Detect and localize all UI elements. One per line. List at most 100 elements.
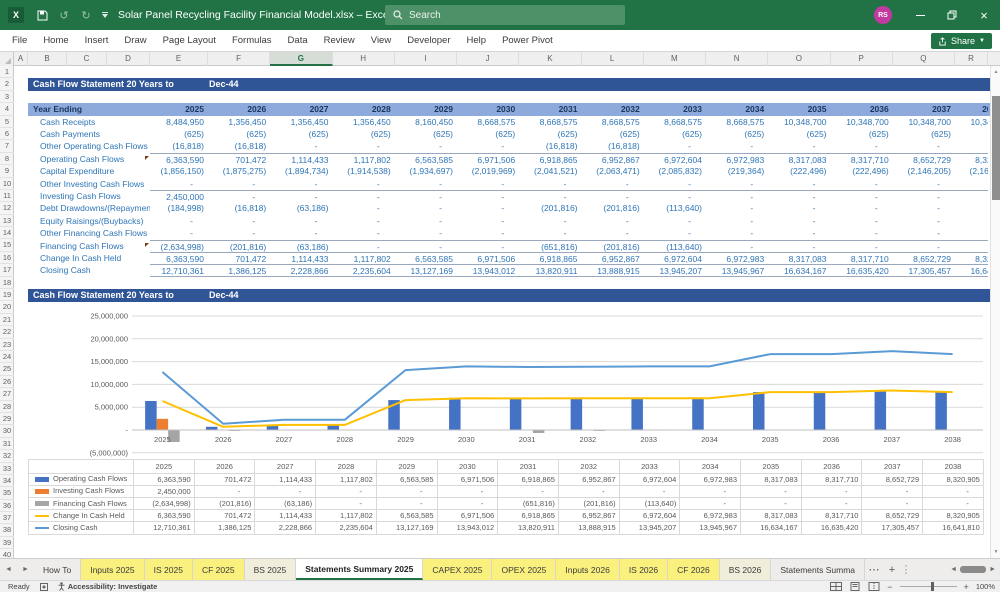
cell-value[interactable]: (16,818) — [208, 202, 270, 214]
zoom-slider-thumb[interactable] — [930, 582, 934, 591]
cell-value[interactable]: (625) — [706, 128, 768, 140]
cell-value[interactable]: (2,085,832) — [644, 165, 706, 177]
cell-value[interactable]: 13,945,207 — [643, 264, 706, 277]
cell-value[interactable]: - — [831, 140, 893, 152]
ribbon-tab-developer[interactable]: Developer — [399, 30, 458, 51]
ribbon-tab-formulas[interactable]: Formulas — [224, 30, 280, 51]
column-header-I[interactable]: I — [395, 52, 457, 66]
ribbon-tab-view[interactable]: View — [363, 30, 399, 51]
cell-value[interactable]: 1,356,450 — [208, 116, 270, 128]
sheet-tab-cf-2025[interactable]: CF 2025 — [192, 559, 245, 580]
ribbon-tab-help[interactable]: Help — [459, 30, 495, 51]
cell-value[interactable]: 6,918,865 — [519, 252, 582, 264]
cell-value[interactable]: (201,816) — [582, 202, 644, 214]
share-button[interactable]: Share ▼ — [931, 33, 992, 49]
cell-value[interactable]: - — [333, 215, 395, 227]
column-header-A[interactable]: A — [14, 52, 28, 66]
cell-value[interactable]: 6,971,506 — [457, 152, 520, 165]
zoom-in-icon[interactable]: + — [964, 582, 969, 592]
cell-value[interactable]: - — [768, 178, 830, 190]
sheet-tab-capex-2025[interactable]: CAPEX 2025 — [423, 559, 493, 580]
cell-value[interactable]: 10,348,700 — [893, 116, 955, 128]
vertical-scrollbar-thumb[interactable] — [992, 96, 1000, 200]
cell-value[interactable]: (1,894,734) — [270, 165, 332, 177]
cell-value[interactable]: - — [706, 239, 769, 252]
row-header-39[interactable]: 39 — [0, 537, 14, 550]
tab-nav-left-icon[interactable]: ◄ — [0, 559, 17, 580]
cell-value[interactable]: - — [457, 215, 519, 227]
cell-value[interactable]: 8,317,710 — [830, 252, 893, 264]
legend-key-change-in-cash-held[interactable]: Change In Cash Held — [29, 510, 133, 521]
tab-overflow-ellipsis[interactable]: ⋯ — [865, 559, 883, 580]
row-header-9[interactable]: 9 — [0, 165, 14, 178]
row-header-21[interactable]: 21 — [0, 314, 14, 327]
cell-value-clipped[interactable]: 16,641,810 — [955, 264, 988, 277]
normal-view-icon[interactable] — [830, 582, 843, 591]
cell-value[interactable]: (2,019,969) — [457, 165, 519, 177]
cell-value[interactable]: - — [582, 215, 644, 227]
cell-value[interactable]: 13,945,967 — [706, 264, 769, 277]
cell-value[interactable]: - — [150, 178, 208, 190]
cell-label[interactable]: Operating Cash Flows — [28, 153, 150, 165]
line-series-change-in-cash-held[interactable] — [162, 389, 953, 428]
cell-value[interactable]: 8,668,575 — [706, 116, 768, 128]
legend-key-investing-cash-flows[interactable]: Investing Cash Flows — [29, 486, 133, 497]
cell-value[interactable]: - — [893, 178, 955, 190]
cell-value[interactable]: 6,363,590 — [150, 252, 208, 264]
cell-value[interactable]: - — [706, 215, 768, 227]
cell-value[interactable]: (625) — [644, 128, 706, 140]
cell-value[interactable]: - — [395, 178, 457, 190]
row-header-4[interactable]: 4 — [0, 103, 14, 116]
bar-series-investing-cash-flows[interactable] — [156, 418, 169, 430]
ribbon-tab-review[interactable]: Review — [316, 30, 363, 51]
row-header-34[interactable]: 34 — [0, 475, 14, 488]
cell-value[interactable]: 13,820,911 — [519, 264, 582, 277]
cell-label[interactable]: Debt Drawdowns/(Repayments) — [28, 202, 150, 214]
row-header-3[interactable]: 3 — [0, 91, 14, 104]
row-header-16[interactable]: 16 — [0, 252, 14, 265]
cell-value[interactable]: 16,635,420 — [830, 264, 893, 277]
sheet-tab-bs-2026[interactable]: BS 2026 — [719, 559, 772, 580]
cell-value[interactable]: - — [457, 140, 519, 152]
sheet-tab-opex-2025[interactable]: OPEX 2025 — [492, 559, 557, 580]
close-button[interactable]: × — [969, 0, 999, 30]
cell-value[interactable]: 8,160,450 — [395, 116, 457, 128]
cell-value[interactable]: - — [457, 178, 519, 190]
cell-value[interactable]: - — [706, 140, 768, 152]
column-header-J[interactable]: J — [457, 52, 520, 66]
cell-value[interactable]: - — [208, 215, 270, 227]
cell-value[interactable]: 6,952,867 — [581, 152, 644, 165]
cell-value[interactable]: - — [892, 239, 955, 252]
cell-value-clipped[interactable]: - — [955, 215, 988, 227]
cell-value[interactable]: - — [768, 190, 831, 202]
cell-value[interactable]: (1,934,697) — [395, 165, 457, 177]
cell-value-clipped[interactable]: 8,320,905 — [955, 152, 988, 165]
cell-value[interactable]: - — [333, 140, 395, 152]
cell-value[interactable]: 6,972,983 — [706, 252, 769, 264]
row-header-5[interactable]: 5 — [0, 116, 14, 128]
cell-value[interactable]: 1,356,450 — [333, 116, 395, 128]
cashflow-chart[interactable]: 25,000,000 20,000,000 15,000,000 10,000,000… — [28, 301, 985, 535]
redo-icon[interactable]: ↻ — [76, 0, 96, 30]
cell-value-clipped[interactable]: - — [955, 140, 988, 152]
cell-value[interactable]: - — [394, 190, 457, 202]
cell-value[interactable]: - — [893, 215, 955, 227]
column-header-L[interactable]: L — [582, 52, 644, 66]
cell-value[interactable]: - — [830, 239, 893, 252]
legend-key-operating-cash-flows[interactable]: Operating Cash Flows — [29, 474, 133, 485]
cell-value[interactable]: - — [519, 178, 581, 190]
cell-value[interactable]: - — [208, 227, 270, 239]
ribbon-tab-draw[interactable]: Draw — [116, 30, 154, 51]
cell-value[interactable]: - — [582, 178, 644, 190]
hscroll-right-icon[interactable]: ► — [989, 566, 996, 573]
cell-value[interactable]: - — [395, 202, 457, 214]
cell-value[interactable]: (219,364) — [706, 165, 768, 177]
sheet-tab-is-2025[interactable]: IS 2025 — [144, 559, 193, 580]
cell-value[interactable]: (16,818) — [150, 140, 208, 152]
cell-value[interactable]: (16,818) — [519, 140, 581, 152]
cell-value[interactable]: - — [457, 239, 520, 252]
qat-customize-icon[interactable] — [98, 0, 112, 30]
horizontal-scrollbar-thumb[interactable] — [960, 566, 987, 573]
cell-value[interactable]: 6,918,865 — [519, 152, 582, 165]
cell-value[interactable]: (1,914,538) — [333, 165, 395, 177]
